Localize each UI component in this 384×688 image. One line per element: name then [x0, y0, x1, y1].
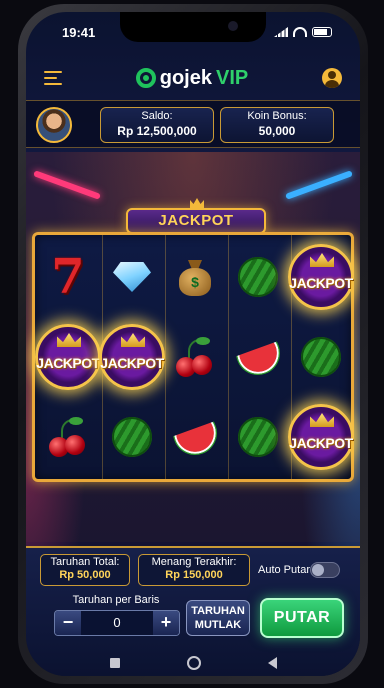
koin-bonus-card: Koin Bonus: 50,000	[220, 107, 334, 143]
cherry-leaf	[69, 417, 83, 425]
jackpot-banner: JACKPOT	[126, 198, 266, 234]
saldo-card: Saldo: Rp 12,500,000	[100, 107, 214, 143]
avatar[interactable]	[36, 107, 72, 143]
reel-column: JACKPOT	[99, 235, 165, 479]
cherry	[192, 355, 212, 375]
last-win-value: Rp 150,000	[165, 569, 223, 581]
status-bar: 19:41	[26, 12, 360, 52]
jackpot-symbol-icon: JACKPOT	[288, 244, 354, 310]
saldo-value: Rp 12,500,000	[117, 124, 197, 138]
increase-bet-button[interactable]: +	[153, 611, 179, 635]
reel-cell	[229, 397, 287, 477]
line-bet-value[interactable]: 0	[81, 611, 153, 635]
reel-column: JACKPOT JACKPOT	[288, 235, 354, 479]
money-bag-symbol-icon: $	[177, 258, 213, 296]
reel-cell	[229, 237, 287, 317]
crown-icon	[310, 253, 334, 267]
cherry-leaf	[196, 337, 210, 345]
cherry-symbol-icon	[174, 337, 216, 377]
spin-button[interactable]: PUTAR	[260, 598, 344, 638]
watermelon-symbol-icon	[301, 337, 341, 377]
cherry-symbol-icon	[47, 417, 89, 457]
reel-cell: 7	[39, 237, 97, 317]
saldo-label: Saldo:	[141, 110, 173, 122]
diamond-symbol-icon	[113, 262, 151, 292]
reel-cell	[166, 317, 224, 397]
reel-column: $	[165, 235, 223, 479]
max-bet-button[interactable]: TARUHAN MUTLAK	[186, 600, 250, 636]
brand-name: gojek	[159, 66, 212, 89]
watermelon-slice-symbol-icon	[236, 339, 280, 375]
jackpot-symbol-icon: JACKPOT	[99, 324, 165, 390]
brand-logo: gojek VIP	[135, 66, 249, 90]
profile-icon[interactable]	[322, 68, 342, 88]
slot-reels: 7 JACKPOT JACKPOT $ JACKPOT JACKPOT	[32, 232, 354, 482]
jackpot-symbol-text: JACKPOT	[100, 355, 164, 371]
jackpot-symbol-text: JACKPOT	[289, 275, 353, 291]
total-bet-card: Taruhan Total: Rp 50,000	[40, 554, 130, 586]
brand-suffix: VIP	[216, 66, 249, 89]
jackpot-symbol-text: JACKPOT	[36, 355, 100, 371]
line-bet-stepper: − 0 +	[54, 610, 180, 636]
auto-spin-toggle[interactable]	[310, 562, 340, 578]
gojek-logo-icon	[135, 68, 156, 88]
koin-bonus-value: 50,000	[258, 124, 296, 138]
reel-cell: $	[166, 237, 224, 317]
dollar-sign: $	[191, 274, 199, 290]
reel-cell	[39, 397, 97, 477]
watermelon-symbol-icon	[238, 257, 278, 297]
total-bet-label: Taruhan Total:	[50, 556, 120, 568]
reel-cell: JACKPOT	[288, 397, 354, 477]
reel-cell	[103, 397, 161, 477]
last-win-card: Menang Terakhir: Rp 150,000	[138, 554, 250, 586]
balance-bar: Saldo: Rp 12,500,000 Koin Bonus: 50,000	[26, 100, 360, 148]
crown-icon	[121, 333, 145, 347]
jackpot-symbol-text: JACKPOT	[289, 435, 353, 451]
recents-icon[interactable]	[109, 658, 120, 668]
reel-column: 7 JACKPOT	[35, 235, 101, 479]
jackpot-symbol-icon: JACKPOT	[35, 324, 101, 390]
max-bet-label-2: MUTLAK	[194, 619, 242, 631]
app-header: gojek VIP	[26, 60, 360, 96]
reel-cell	[103, 237, 161, 317]
status-time: 19:41	[62, 24, 96, 40]
crown-icon	[310, 413, 334, 427]
home-icon[interactable]	[186, 656, 201, 670]
total-bet-value: Rp 50,000	[59, 569, 111, 581]
system-nav-bar	[26, 648, 360, 676]
reel-cell: JACKPOT	[288, 237, 354, 317]
reel-cell	[292, 317, 350, 397]
menu-icon[interactable]	[44, 71, 62, 85]
reel-cell	[166, 397, 224, 477]
reel-column	[228, 235, 286, 479]
auto-spin-label: Auto Putar	[258, 564, 310, 576]
app-screen: 19:41 gojek VIP Saldo: Rp 12,500,000 Koin	[26, 12, 360, 676]
line-bet-label: Taruhan per Baris	[72, 594, 160, 606]
watermelon-symbol-icon	[112, 417, 152, 457]
phone-frame: 19:41 gojek VIP Saldo: Rp 12,500,000 Koin	[18, 4, 368, 684]
signal-icon	[274, 27, 288, 37]
status-icons	[274, 27, 332, 37]
last-win-label: Menang Terakhir:	[151, 556, 237, 568]
reel-cell: JACKPOT	[99, 317, 165, 397]
decrease-bet-button[interactable]: −	[55, 611, 81, 635]
neon-stripe	[33, 170, 101, 200]
reel-cell	[229, 317, 287, 397]
jackpot-symbol-icon: JACKPOT	[288, 404, 354, 470]
seven-symbol-icon: 7	[51, 249, 85, 305]
koin-bonus-label: Koin Bonus:	[247, 110, 307, 122]
jackpot-banner-title: JACKPOT	[158, 212, 234, 229]
control-panel: Taruhan Total: Rp 50,000 Menang Terakhir…	[26, 546, 360, 676]
back-icon[interactable]	[267, 657, 277, 669]
max-bet-label-1: TARUHAN	[191, 605, 245, 617]
watermelon-symbol-icon	[238, 417, 278, 457]
neon-stripe	[285, 170, 353, 200]
reel-cell: JACKPOT	[35, 317, 101, 397]
battery-icon	[312, 27, 332, 37]
wifi-icon	[293, 27, 307, 37]
crown-icon	[57, 333, 81, 347]
cherry	[65, 435, 85, 455]
watermelon-slice-symbol-icon	[173, 419, 217, 455]
